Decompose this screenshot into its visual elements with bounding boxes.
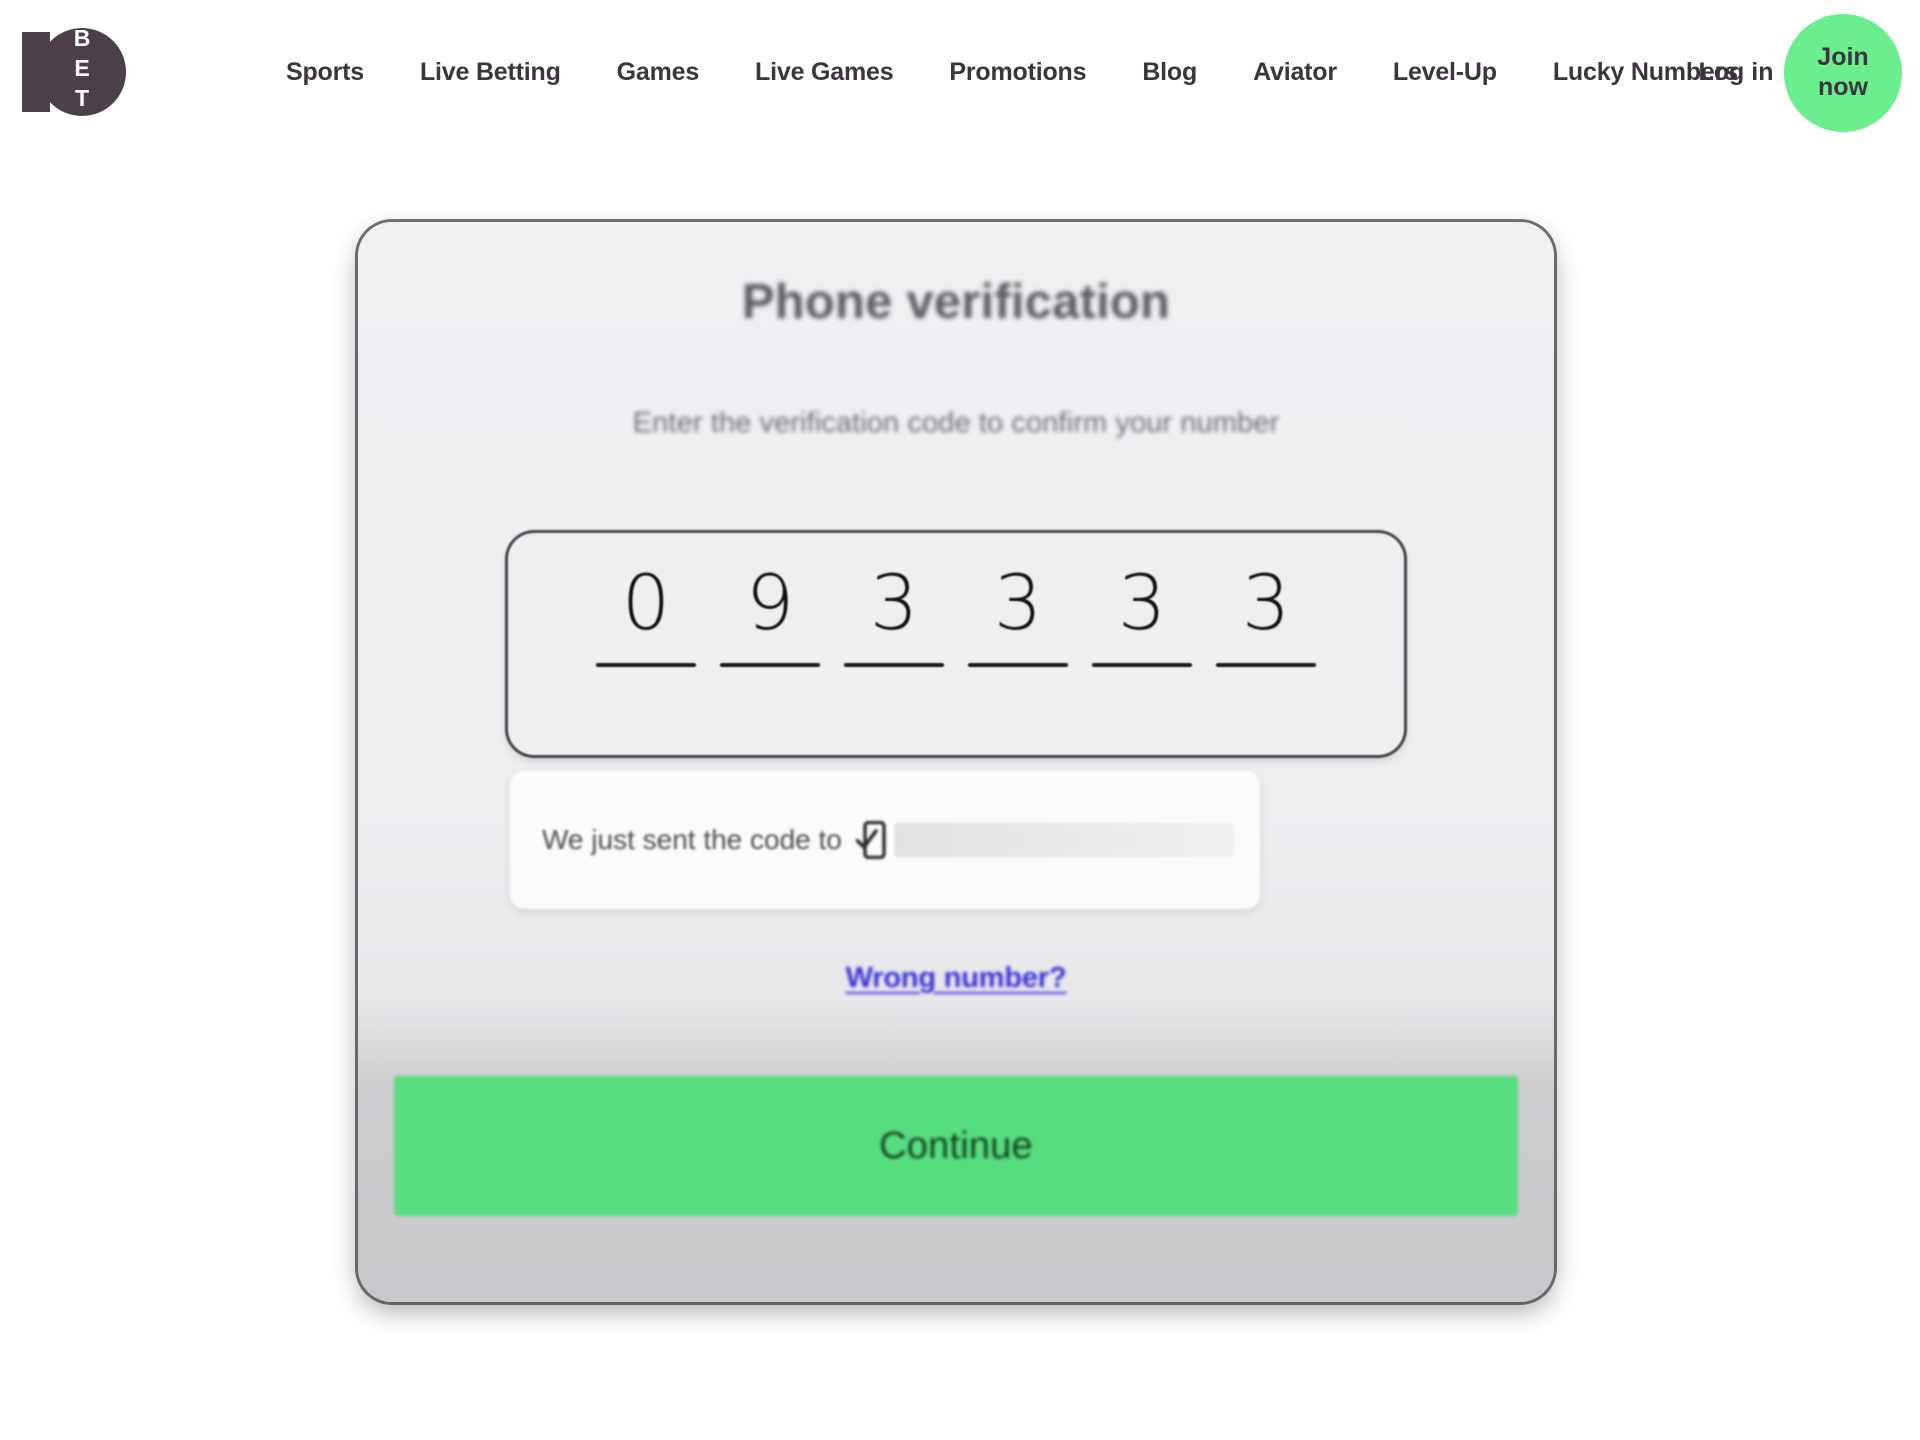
join-now-button[interactable]: Join now (1784, 13, 1902, 132)
nav-item-live-betting[interactable]: Live Betting (392, 58, 589, 87)
nav-item-live-games[interactable]: Live Games (727, 58, 921, 87)
nav-item-level-up[interactable]: Level-Up (1365, 58, 1525, 87)
otp-cell-3[interactable]: 3 (832, 563, 956, 667)
site-header: B E T Sports Live Betting Games Live Gam… (0, 0, 1920, 145)
otp-underline-4 (968, 662, 1068, 667)
phone-verification-modal: Phone verification Enter the verificatio… (358, 222, 1554, 1302)
code-sent-notice: We just sent the code to (510, 771, 1260, 909)
otp-cell-4[interactable]: 3 (956, 563, 1080, 667)
otp-digit-2: 9 (745, 558, 795, 647)
join-now-label-line2: now (1818, 72, 1868, 101)
nav-item-promotions[interactable]: Promotions (921, 58, 1114, 87)
wrong-number-link[interactable]: Wrong number? (358, 962, 1554, 995)
otp-underline-5 (1092, 662, 1192, 667)
code-sent-text: We just sent the code to (542, 824, 842, 855)
modal-title: Phone verification (741, 275, 1171, 329)
otp-cell-5[interactable]: 3 (1080, 563, 1204, 667)
otp-digit-6: 3 (1241, 558, 1291, 647)
otp-digit-4: 3 (993, 558, 1043, 647)
join-now-label-line1: Join (1817, 43, 1869, 71)
redacted-phone-number (893, 823, 1234, 857)
svg-text:T: T (75, 85, 89, 111)
otp-cell-1[interactable]: 0 (584, 563, 708, 667)
otp-digit-1: 0 (621, 558, 671, 647)
nav-item-sports[interactable]: Sports (258, 58, 392, 87)
10bet-logo[interactable]: B E T (18, 18, 128, 126)
header-actions: Log in Join now (1698, 0, 1902, 145)
log-in-button[interactable]: Log in (1698, 58, 1774, 88)
otp-cell-2[interactable]: 9 (708, 563, 832, 667)
otp-underline-3 (844, 662, 944, 667)
mobile-check-icon (855, 820, 886, 860)
otp-cell-6[interactable]: 3 (1204, 563, 1328, 667)
otp-underline-6 (1216, 662, 1316, 667)
nav-item-blog[interactable]: Blog (1114, 58, 1225, 87)
modal-subtitle: Enter the verification code to confirm y… (632, 407, 1280, 439)
main-navigation: Sports Live Betting Games Live Games Pro… (258, 0, 1766, 145)
nav-item-games[interactable]: Games (589, 58, 727, 87)
otp-input-group[interactable]: 0 9 3 3 3 3 (508, 533, 1404, 755)
svg-text:E: E (74, 55, 89, 81)
nav-item-aviator[interactable]: Aviator (1225, 58, 1365, 87)
otp-underline-2 (720, 662, 820, 667)
otp-digit-3: 3 (869, 558, 919, 647)
svg-text:B: B (74, 25, 91, 51)
continue-button[interactable]: Continue (394, 1076, 1518, 1216)
otp-digit-5: 3 (1117, 558, 1167, 647)
otp-underline-1 (596, 662, 696, 667)
